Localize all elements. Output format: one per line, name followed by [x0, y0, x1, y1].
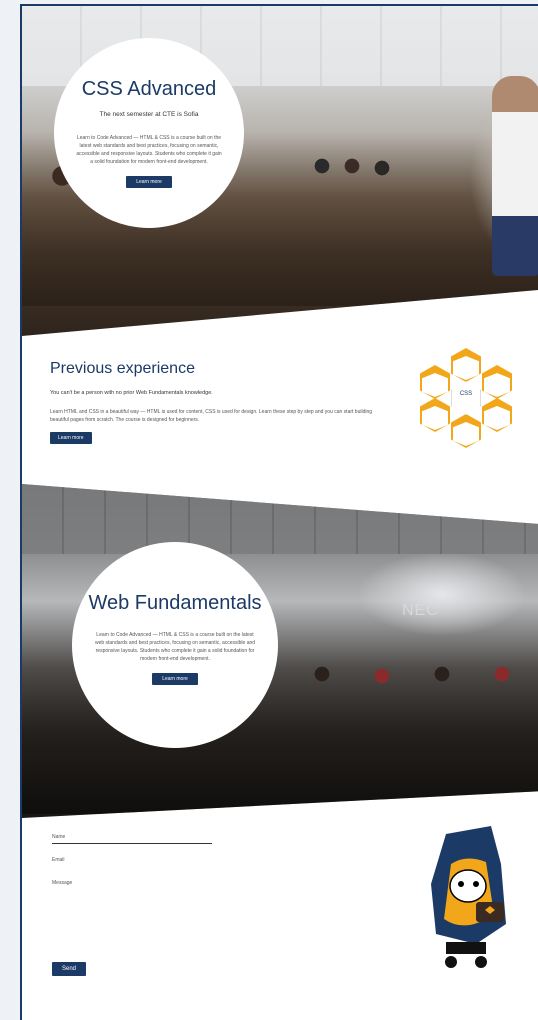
wizard-mascot-icon	[431, 826, 506, 968]
hex-center-label: CSS	[451, 381, 481, 415]
web-circle-card: Web Fundamentals Learn to Code Advanced …	[72, 542, 278, 748]
name-field[interactable]: Name	[52, 832, 212, 844]
hex-left-top	[420, 365, 450, 399]
hero-learn-more-button[interactable]: Learn more	[126, 176, 172, 188]
previous-experience-section: Previous experience You can't be a perso…	[50, 360, 400, 444]
hex-right-bottom	[482, 398, 512, 432]
previous-title: Previous experience	[50, 360, 195, 377]
hero2-ceiling	[22, 484, 538, 554]
hero-teacher-figure	[492, 76, 538, 276]
message-field[interactable]: Message	[52, 878, 212, 890]
previous-desc: Learn HTML and CSS in a beautiful way — …	[50, 409, 373, 423]
web-title: Web Fundamentals	[88, 592, 262, 614]
hex-left-bottom	[420, 398, 450, 432]
web-learn-more-button[interactable]: Learn more	[152, 673, 198, 685]
hex-bottom	[451, 414, 481, 448]
hero-body: Learn to Code Advanced — HTML & CSS is a…	[76, 135, 222, 165]
hero-circle-card: CSS Advanced The next semester at CTE is…	[54, 38, 244, 228]
web-body: Learn to Code Advanced — HTML & CSS is a…	[94, 632, 256, 662]
hex-right-top	[482, 365, 512, 399]
page-frame: CSS Advanced The next semester at CTE is…	[20, 4, 538, 1020]
previous-lead: You can't be a person with no prior Web …	[50, 390, 213, 396]
send-button[interactable]: Send	[52, 962, 87, 976]
hex-top	[451, 348, 481, 382]
hero-title: CSS Advanced	[81, 78, 217, 100]
projector-screen-text: NEC	[402, 602, 439, 619]
previous-learn-more-button[interactable]: Learn more	[50, 432, 92, 444]
contact-form: Name Email Message	[52, 832, 212, 901]
css-infographic: CSS	[416, 348, 516, 448]
email-field[interactable]: Email	[52, 855, 212, 867]
hero-subtitle: The next semester at CTE is Sofia	[99, 111, 199, 118]
